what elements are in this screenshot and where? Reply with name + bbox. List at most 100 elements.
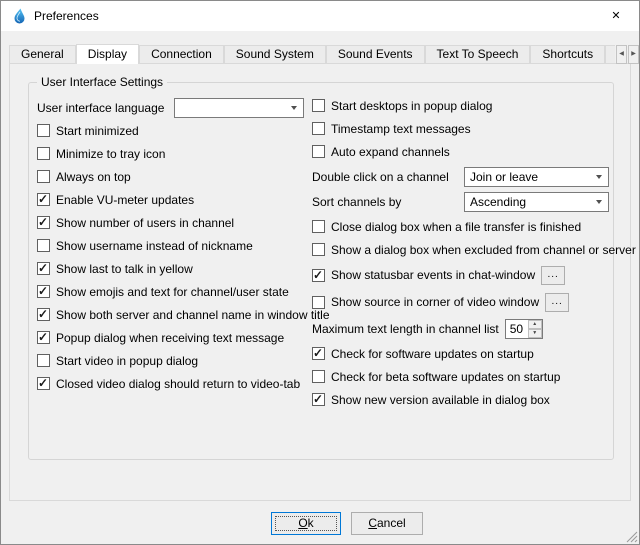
checkbox[interactable] — [37, 147, 50, 160]
checkbox[interactable] — [312, 269, 325, 282]
checkbox-label: Enable VU-meter updates — [56, 193, 194, 207]
checkbox[interactable] — [312, 220, 325, 233]
checkbox[interactable] — [37, 262, 50, 275]
checkbox[interactable] — [37, 308, 50, 321]
checkbox-row[interactable]: Show number of users in channel — [37, 215, 309, 230]
double-click-row: Double click on a channel Join or leave — [312, 167, 609, 187]
checkbox-label: Show emojis and text for channel/user st… — [56, 285, 289, 299]
left-column: User interface language Start minimized … — [37, 98, 309, 399]
tab-bar: General Display Connection Sound System … — [9, 44, 615, 64]
browse-events-button[interactable]: ... — [541, 266, 565, 285]
language-select[interactable] — [174, 98, 304, 118]
checkbox-label: Check for software updates on startup — [331, 347, 534, 361]
tab-scroll-left-button[interactable]: ◀ — [616, 45, 627, 64]
sort-channels-label: Sort channels by — [312, 195, 401, 209]
tab[interactable]: Text To Speech — [425, 45, 531, 63]
ok-button-label: Ok — [272, 513, 340, 533]
chevron-down-icon — [291, 106, 297, 110]
checkbox-row[interactable]: Minimize to tray icon — [37, 146, 309, 161]
left-checkbox-list: Start minimized Minimize to tray icon Al… — [37, 123, 309, 391]
checkbox-row[interactable]: Closed video dialog should return to vid… — [37, 376, 309, 391]
checkbox[interactable] — [37, 170, 50, 183]
tab[interactable]: Sound Events — [326, 45, 425, 63]
checkbox[interactable] — [312, 347, 325, 360]
checkbox-row[interactable]: Always on top — [37, 169, 309, 184]
checkbox-row[interactable]: Start minimized — [37, 123, 309, 138]
checkbox-row[interactable]: Show last to talk in yellow — [37, 261, 309, 276]
right-checkbox-list-top: Start desktops in popup dialog Timestamp… — [312, 98, 609, 159]
checkbox-row[interactable]: Check for software updates on startup — [312, 346, 609, 361]
max-text-length-input[interactable]: 50 — [506, 320, 528, 338]
checkbox-label: Closed video dialog should return to vid… — [56, 377, 300, 391]
checkbox-row[interactable]: Auto expand channels — [312, 144, 609, 159]
checkbox-row[interactable]: Timestamp text messages — [312, 121, 609, 136]
checkbox-label: Close dialog box when a file transfer is… — [331, 220, 581, 234]
checkbox-label: Popup dialog when receiving text message — [56, 331, 284, 345]
ok-button[interactable]: Ok — [271, 512, 341, 535]
checkbox-label: Always on top — [56, 170, 131, 184]
checkbox-row[interactable]: Enable VU-meter updates — [37, 192, 309, 207]
checkbox-label: Start minimized — [56, 124, 139, 138]
checkbox-row[interactable]: Show a dialog box when excluded from cha… — [312, 242, 609, 257]
chevron-down-icon — [596, 200, 602, 204]
checkbox[interactable] — [37, 124, 50, 137]
checkbox-row[interactable]: Show username instead of nickname — [37, 238, 309, 253]
checkbox[interactable] — [37, 354, 50, 367]
checkbox-label: Check for beta software updates on start… — [331, 370, 560, 384]
checkbox[interactable] — [312, 393, 325, 406]
tab[interactable]: Video — [605, 45, 615, 63]
double-click-action-select[interactable]: Join or leave — [464, 167, 609, 187]
browse-events-button[interactable]: ... — [545, 293, 569, 312]
tab[interactable]: Shortcuts — [530, 45, 605, 63]
checkbox[interactable] — [37, 239, 50, 252]
titlebar: Preferences ✕ — [1, 1, 639, 31]
cancel-button[interactable]: Cancel — [351, 512, 423, 535]
max-text-length-row: Maximum text length in channel list 50 ▲… — [312, 319, 609, 339]
checkbox[interactable] — [37, 285, 50, 298]
checkbox-label: Show source in corner of video window — [331, 295, 539, 309]
spin-up-button[interactable]: ▲ — [528, 320, 542, 329]
tab-label: Sound Events — [338, 47, 413, 61]
checkbox-label: Minimize to tray icon — [56, 147, 165, 161]
checkbox[interactable] — [312, 145, 325, 158]
checkbox-row[interactable]: Close dialog box when a file transfer is… — [312, 219, 609, 234]
checkbox-row[interactable]: Show emojis and text for channel/user st… — [37, 284, 309, 299]
checkbox-row[interactable]: Start video in popup dialog — [37, 353, 309, 368]
checkbox[interactable] — [312, 99, 325, 112]
resize-grip[interactable] — [625, 530, 638, 543]
right-checkbox-list-with-buttons: Show statusbar events in chat-window ...… — [312, 265, 609, 312]
checkbox[interactable] — [37, 193, 50, 206]
spin-down-button[interactable]: ▼ — [528, 329, 542, 338]
checkbox-label: Show both server and channel name in win… — [56, 308, 330, 322]
checkbox[interactable] — [312, 243, 325, 256]
checkbox-label: Start video in popup dialog — [56, 354, 198, 368]
checkbox-row[interactable]: Show new version available in dialog box — [312, 392, 609, 407]
checkbox-row[interactable]: Check for beta software updates on start… — [312, 369, 609, 384]
checkbox[interactable] — [37, 216, 50, 229]
checkbox-label: Show last to talk in yellow — [56, 262, 193, 276]
sort-channels-select[interactable]: Ascending — [464, 192, 609, 212]
app-icon — [11, 8, 27, 24]
chevron-down-icon — [596, 175, 602, 179]
checkbox-row[interactable]: Show both server and channel name in win… — [37, 307, 309, 322]
checkbox-label: Show statusbar events in chat-window — [331, 268, 535, 282]
sort-channels-value: Ascending — [470, 195, 526, 209]
checkbox-row-with-button: Show statusbar events in chat-window ... — [312, 265, 609, 285]
checkbox[interactable] — [312, 370, 325, 383]
tab[interactable]: Sound System — [224, 45, 326, 63]
checkbox-row[interactable]: Start desktops in popup dialog — [312, 98, 609, 113]
tab[interactable]: General — [9, 45, 76, 63]
checkbox[interactable] — [312, 296, 325, 309]
tab-scroll-right-button[interactable]: ▶ — [628, 45, 639, 64]
close-button[interactable]: ✕ — [593, 1, 639, 31]
right-column: Start desktops in popup dialog Timestamp… — [312, 98, 609, 415]
checkbox-row[interactable]: Popup dialog when receiving text message — [37, 330, 309, 345]
tab[interactable]: Connection — [139, 45, 224, 63]
cancel-button-label: Cancel — [352, 513, 422, 533]
tab[interactable]: Display — [76, 44, 139, 64]
checkbox[interactable] — [312, 122, 325, 135]
double-click-label: Double click on a channel — [312, 170, 449, 184]
checkbox[interactable] — [37, 331, 50, 344]
max-text-length-label: Maximum text length in channel list — [312, 322, 499, 336]
checkbox[interactable] — [37, 377, 50, 390]
